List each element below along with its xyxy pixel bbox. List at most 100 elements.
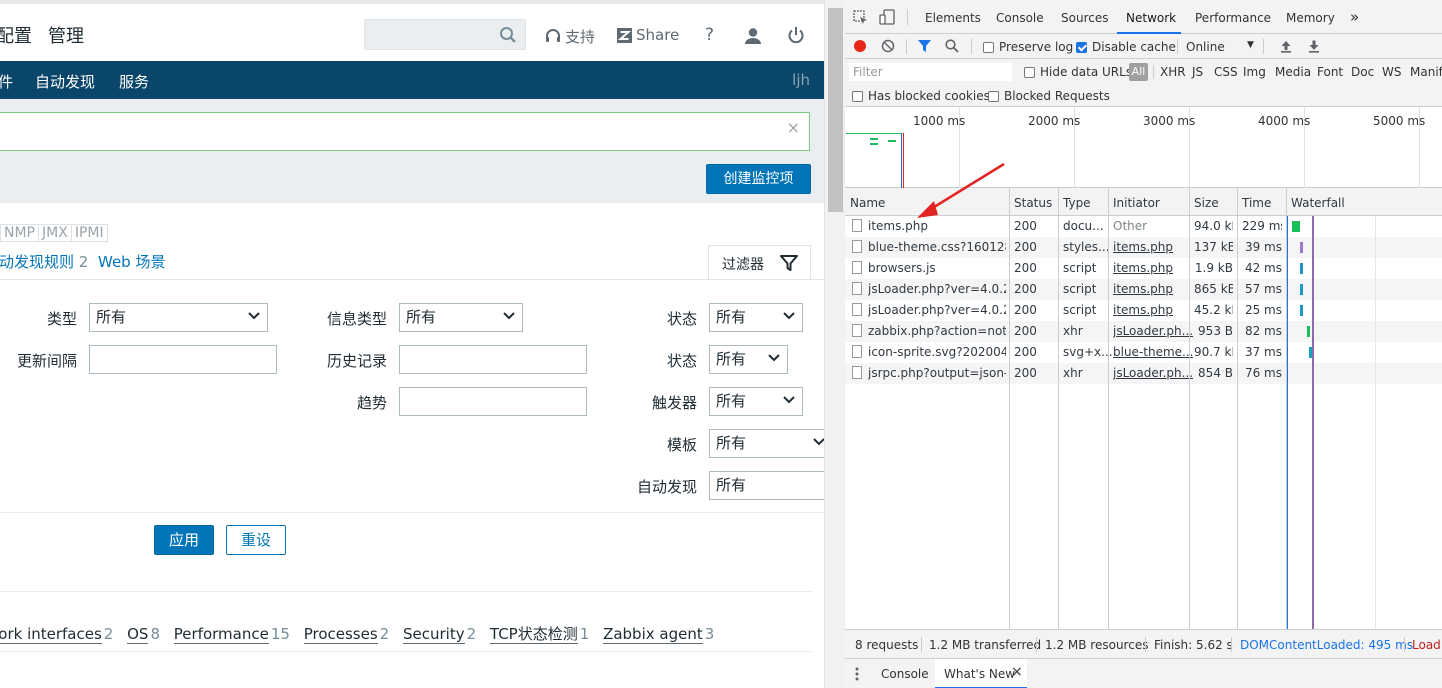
tab-administration[interactable]: 管理: [48, 22, 84, 48]
trends-input[interactable]: [399, 387, 587, 416]
application-link[interactable]: Zabbix agent: [603, 625, 703, 644]
info-type-select[interactable]: 所有: [399, 303, 523, 332]
request-initiator[interactable]: items.php: [1113, 240, 1173, 254]
tab-performance[interactable]: Performance: [1195, 11, 1271, 25]
application-link[interactable]: OS: [127, 625, 149, 644]
history-input[interactable]: [399, 345, 587, 374]
close-icon[interactable]: ×: [1011, 664, 1023, 680]
type-filter-media[interactable]: Media: [1275, 65, 1311, 79]
column-header-name[interactable]: Name: [850, 196, 885, 210]
application-link[interactable]: Security: [402, 625, 465, 644]
column-header-time[interactable]: Time: [1242, 196, 1271, 210]
column-header-status[interactable]: Status: [1014, 196, 1052, 210]
type-filter-xhr[interactable]: XHR: [1160, 65, 1186, 79]
application-link[interactable]: work interfaces: [0, 625, 102, 644]
column-header-type[interactable]: Type: [1063, 196, 1091, 210]
type-filter-ws[interactable]: WS: [1382, 65, 1401, 79]
help-button[interactable]: ?: [705, 25, 714, 45]
export-har-icon[interactable]: [1307, 39, 1321, 53]
triggers-select[interactable]: 所有: [709, 387, 803, 416]
preserve-log-checkbox[interactable]: Preserve log: [983, 40, 1073, 54]
search-icon[interactable]: [945, 39, 959, 53]
apply-button[interactable]: 应用: [154, 525, 214, 555]
tab-configuration[interactable]: 配置: [0, 22, 32, 48]
table-row[interactable]: jsLoader.php?ver=4.0.2... 200 script items.…: [845, 279, 1442, 300]
type-filter-img[interactable]: Img: [1243, 65, 1266, 79]
global-search-input[interactable]: [364, 19, 526, 50]
search-icon[interactable]: [499, 26, 517, 44]
type-filter-css[interactable]: CSS: [1214, 65, 1238, 79]
hide-data-urls-checkbox[interactable]: Hide data URLs: [1024, 65, 1132, 79]
submenu-item-events[interactable]: 件: [0, 71, 13, 92]
submenu-item-services[interactable]: 服务: [119, 71, 149, 92]
request-initiator[interactable]: items.php: [1113, 282, 1173, 296]
checkbox-box[interactable]: [988, 90, 999, 102]
filter-toggle-tab[interactable]: 过滤器: [708, 245, 811, 279]
request-initiator[interactable]: items.php: [1113, 261, 1173, 275]
column-header-waterfall[interactable]: Waterfall: [1291, 196, 1345, 210]
throttling-select[interactable]: Online ▼: [1186, 40, 1256, 54]
table-row[interactable]: jsLoader.php?ver=4.0.2... 200 script items.…: [845, 300, 1442, 321]
type-filter-manifest[interactable]: Manife: [1410, 65, 1442, 79]
disable-cache-checkbox[interactable]: Disable cache: [1076, 40, 1176, 54]
checkbox-box[interactable]: [852, 90, 863, 102]
device-toolbar-icon[interactable]: [879, 9, 895, 25]
checkbox-box-checked[interactable]: [1076, 41, 1087, 53]
template-select[interactable]: 所有: [709, 429, 824, 458]
clear-log-icon[interactable]: [881, 39, 895, 53]
table-row[interactable]: icon-sprite.svg?20200407 200 svg+x...blue-…: [845, 342, 1442, 363]
scrollbar-thumb[interactable]: [828, 8, 843, 212]
create-item-button[interactable]: 创建监控项: [706, 164, 811, 194]
inspect-element-icon[interactable]: [853, 10, 868, 25]
state-select[interactable]: 所有: [709, 303, 803, 332]
has-blocked-cookies-checkbox[interactable]: Has blocked cookies: [852, 89, 990, 103]
status-select[interactable]: 所有: [709, 345, 788, 374]
reset-button[interactable]: 重设: [226, 525, 286, 555]
share-link[interactable]: Share: [617, 26, 679, 44]
tab-discovery-rules[interactable]: 动发现规则 2: [0, 251, 88, 272]
sign-out-icon[interactable]: [787, 26, 805, 44]
host-multiselect-input[interactable]: ×: [0, 112, 810, 151]
column-header-initiator[interactable]: Initiator: [1113, 196, 1160, 210]
submenu-item-discovery[interactable]: 自动发现: [35, 71, 95, 92]
checkbox-box[interactable]: [1024, 66, 1035, 78]
import-har-icon[interactable]: [1279, 39, 1293, 53]
more-tabs-button[interactable]: »: [1350, 8, 1359, 26]
tab-memory[interactable]: Memory: [1286, 11, 1335, 25]
application-link[interactable]: TCP状态检测: [489, 625, 578, 644]
type-filter-js[interactable]: JS: [1192, 65, 1203, 79]
tab-network[interactable]: Network: [1126, 11, 1176, 25]
table-row[interactable]: zabbix.php?action=notif... 200 xhr jsLoader…: [845, 321, 1442, 342]
update-interval-input[interactable]: [89, 345, 277, 374]
application-link[interactable]: Performance: [173, 625, 269, 644]
blocked-requests-checkbox[interactable]: Blocked Requests: [988, 89, 1110, 103]
discovery-select[interactable]: 所有: [709, 471, 824, 500]
request-initiator[interactable]: items.php: [1113, 303, 1173, 317]
page-scrollbar[interactable]: [824, 0, 845, 688]
filter-input[interactable]: Filter: [848, 62, 1013, 82]
filter-icon[interactable]: [917, 39, 932, 53]
table-row[interactable]: blue-theme.css?160128... 200 styles...item…: [845, 237, 1442, 258]
clear-icon[interactable]: ×: [787, 118, 800, 137]
record-icon[interactable]: [853, 39, 867, 53]
drawer-tab-whats-new[interactable]: What's New ×: [935, 659, 1027, 688]
request-initiator[interactable]: jsLoader.ph...: [1113, 366, 1193, 380]
column-header-size[interactable]: Size: [1194, 196, 1219, 210]
tab-web-scenarios[interactable]: Web 场景: [98, 251, 165, 272]
type-select[interactable]: 所有: [89, 303, 268, 332]
request-initiator[interactable]: blue-theme...: [1113, 345, 1193, 359]
user-profile-icon[interactable]: [744, 27, 762, 45]
tab-elements[interactable]: Elements: [925, 11, 981, 25]
drawer-menu-icon[interactable]: [855, 667, 859, 681]
tab-sources[interactable]: Sources: [1061, 11, 1108, 25]
type-filter-doc[interactable]: Doc: [1351, 65, 1374, 79]
tab-console[interactable]: Console: [996, 11, 1044, 25]
application-link[interactable]: Processes: [303, 625, 378, 644]
type-filter-font[interactable]: Font: [1317, 65, 1343, 79]
type-filter-all[interactable]: All: [1129, 63, 1148, 81]
table-row[interactable]: jsrpc.php?output=json-... 200 xhr jsLoader.…: [845, 363, 1442, 384]
support-link[interactable]: 支持: [545, 26, 595, 47]
table-row[interactable]: browsers.js 200 script items.php 1.9 kB 42 ms: [845, 258, 1442, 279]
drawer-tab-console[interactable]: Console: [881, 667, 929, 681]
request-initiator[interactable]: jsLoader.ph...: [1113, 324, 1193, 338]
